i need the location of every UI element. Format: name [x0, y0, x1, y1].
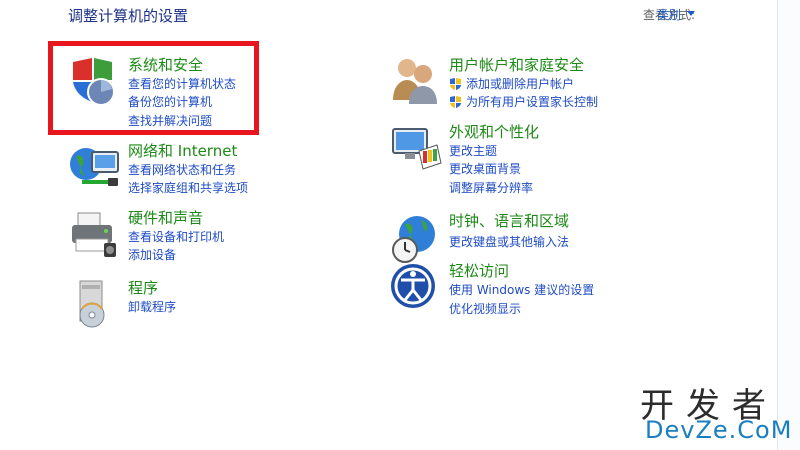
link-add-device[interactable]: 添加设备	[128, 248, 176, 263]
page-title: 调整计算机的设置	[68, 7, 189, 25]
link-windows-suggested-settings[interactable]: 使用 Windows 建议的设置	[449, 283, 594, 298]
link-optimize-display[interactable]: 优化视频显示	[449, 302, 521, 317]
watermark-en: DevZe.CoM	[645, 416, 793, 444]
link-change-theme[interactable]: 更改主题	[449, 144, 497, 159]
category-title[interactable]: 程序	[128, 279, 158, 297]
link-screen-resolution[interactable]: 调整屏幕分辨率	[449, 181, 533, 196]
category-clock-language: 时钟、语言和区域 更改键盘或其他输入法	[389, 212, 609, 268]
category-title[interactable]: 用户帐户和家庭安全	[449, 56, 584, 74]
category-ease-of-access: 轻松访问 使用 Windows 建议的设置 优化视频显示	[389, 262, 609, 318]
link-parental-controls[interactable]: 为所有用户设置家长控制	[466, 95, 598, 110]
globe-network-icon[interactable]	[68, 142, 124, 198]
link-uninstall-program[interactable]: 卸载程序	[128, 300, 176, 315]
highlight-box	[48, 41, 259, 135]
globe-clock-icon[interactable]	[389, 212, 445, 268]
link-change-keyboard[interactable]: 更改键盘或其他输入法	[449, 235, 569, 250]
uac-shield-icon	[450, 96, 461, 108]
accessibility-icon[interactable]	[389, 262, 445, 318]
category-network-internet: 网络和 Internet 查看网络状态和任务 选择家庭组和共享选项	[68, 142, 268, 198]
window-right-border	[777, 0, 800, 450]
link-change-background[interactable]: 更改桌面背景	[449, 162, 521, 177]
monitor-palette-icon[interactable]	[389, 123, 445, 179]
category-programs: 程序 卸载程序	[68, 279, 268, 335]
category-title[interactable]: 外观和个性化	[449, 123, 539, 141]
category-title[interactable]: 网络和 Internet	[128, 142, 237, 160]
category-title[interactable]: 轻松访问	[449, 262, 509, 280]
users-icon[interactable]	[389, 56, 445, 112]
printer-icon[interactable]	[68, 209, 124, 265]
category-user-accounts: 用户帐户和家庭安全 添加或删除用户帐户 为所有用户设置家长控制	[389, 56, 609, 112]
category-title[interactable]: 硬件和声音	[128, 209, 203, 227]
category-title[interactable]: 时钟、语言和区域	[449, 212, 569, 230]
category-hardware-sound: 硬件和声音 查看设备和打印机 添加设备	[68, 209, 268, 265]
view-by-dropdown[interactable]: 类别	[657, 6, 681, 23]
uac-shield-icon	[450, 78, 461, 90]
link-network-status[interactable]: 查看网络状态和任务	[128, 163, 236, 178]
programs-icon[interactable]	[68, 279, 124, 335]
category-appearance: 外观和个性化 更改主题 更改桌面背景 调整屏幕分辨率	[389, 123, 609, 198]
link-devices-printers[interactable]: 查看设备和打印机	[128, 230, 224, 245]
link-add-remove-accounts[interactable]: 添加或删除用户帐户	[466, 77, 574, 92]
chevron-down-icon[interactable]	[687, 11, 695, 16]
link-homegroup-sharing[interactable]: 选择家庭组和共享选项	[128, 181, 248, 196]
